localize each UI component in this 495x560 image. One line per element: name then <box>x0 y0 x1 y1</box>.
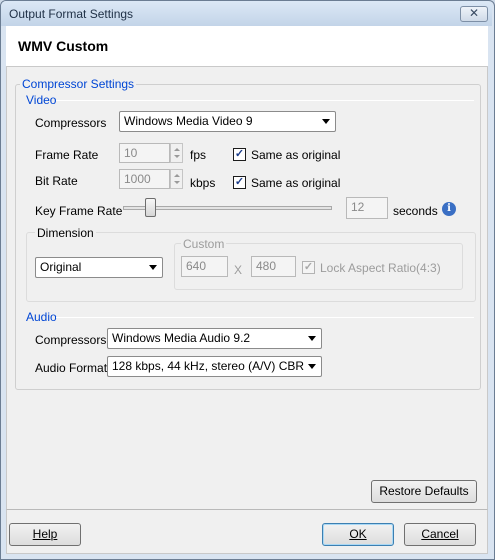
frame-rate-same-label[interactable]: Same as original <box>251 148 340 162</box>
help-button-label: Help <box>32 527 58 541</box>
custom-height-input[interactable]: 480 <box>251 256 296 277</box>
info-icon[interactable]: i <box>442 202 456 216</box>
chevron-down-icon <box>308 336 316 341</box>
dimension-value: Original <box>40 260 82 274</box>
video-compressors-label: Compressors <box>35 116 107 130</box>
help-button[interactable]: Help <box>9 523 81 546</box>
bit-rate-unit: kbps <box>190 176 216 190</box>
audio-formats-dropdown[interactable]: 128 kbps, 44 kHz, stereo (A/V) CBR <box>107 356 322 377</box>
page-title: WMV Custom <box>18 38 109 54</box>
frame-rate-label: Frame Rate <box>35 148 99 162</box>
custom-width-input[interactable]: 640 <box>181 256 228 277</box>
lock-aspect-label[interactable]: Lock Aspect Ratio(4:3) <box>320 261 441 275</box>
ok-button-label: OK <box>349 527 367 541</box>
audio-compressors-label: Compressors <box>35 333 107 347</box>
close-button[interactable]: ✕ <box>460 6 488 22</box>
header-panel: WMV Custom <box>6 26 488 67</box>
audio-formats-label: Audio Formats <box>35 361 114 375</box>
bit-rate-label: Bit Rate <box>35 174 78 188</box>
frame-rate-input[interactable]: 10 <box>119 143 170 163</box>
key-frame-rate-unit: seconds <box>393 204 438 218</box>
dimension-legend: Dimension <box>35 226 96 240</box>
spin-up-icon <box>174 148 180 151</box>
video-compressors-value: Windows Media Video 9 <box>124 114 253 128</box>
frame-rate-same-checkbox[interactable]: ✓ <box>233 148 246 161</box>
bit-rate-same-label[interactable]: Same as original <box>251 176 340 190</box>
bit-rate-same-checkbox[interactable]: ✓ <box>233 176 246 189</box>
audio-compressors-value: Windows Media Audio 9.2 <box>112 331 251 345</box>
chevron-down-icon <box>308 364 316 369</box>
custom-legend: Custom <box>181 237 227 251</box>
dimension-x-label: X <box>234 263 243 277</box>
title-bar[interactable]: Output Format Settings ✕ <box>1 1 492 26</box>
video-legend: Video <box>24 93 59 107</box>
key-frame-slider-thumb[interactable] <box>145 198 156 217</box>
chevron-down-icon <box>149 265 157 270</box>
bit-rate-spinner[interactable] <box>170 169 183 189</box>
spin-down-icon <box>174 181 180 184</box>
frame-rate-spinner[interactable] <box>170 143 183 163</box>
key-frame-rate-input[interactable]: 12 <box>346 197 388 219</box>
audio-formats-value: 128 kbps, 44 kHz, stereo (A/V) CBR <box>112 359 305 373</box>
lock-aspect-checkbox[interactable]: ✓ <box>302 261 315 274</box>
chevron-down-icon <box>322 119 330 124</box>
restore-defaults-button[interactable]: Restore Defaults <box>371 480 477 503</box>
spin-down-icon <box>174 155 180 158</box>
audio-compressors-dropdown[interactable]: Windows Media Audio 9.2 <box>107 328 322 349</box>
spin-up-icon <box>174 174 180 177</box>
window-title: Output Format Settings <box>9 7 134 21</box>
frame-rate-unit: fps <box>190 148 207 162</box>
video-compressors-dropdown[interactable]: Windows Media Video 9 <box>119 111 336 132</box>
audio-legend: Audio <box>24 310 59 324</box>
bit-rate-input[interactable]: 1000 <box>119 169 170 189</box>
dimension-dropdown[interactable]: Original <box>35 257 163 278</box>
audio-divider <box>56 317 474 318</box>
key-frame-rate-label: Key Frame Rate <box>35 204 123 218</box>
video-divider <box>56 100 474 101</box>
cancel-button[interactable]: Cancel <box>404 523 476 546</box>
compressor-settings-legend: Compressor Settings <box>20 77 137 91</box>
cancel-button-label: Cancel <box>421 527 459 541</box>
ok-button[interactable]: OK <box>322 523 394 546</box>
